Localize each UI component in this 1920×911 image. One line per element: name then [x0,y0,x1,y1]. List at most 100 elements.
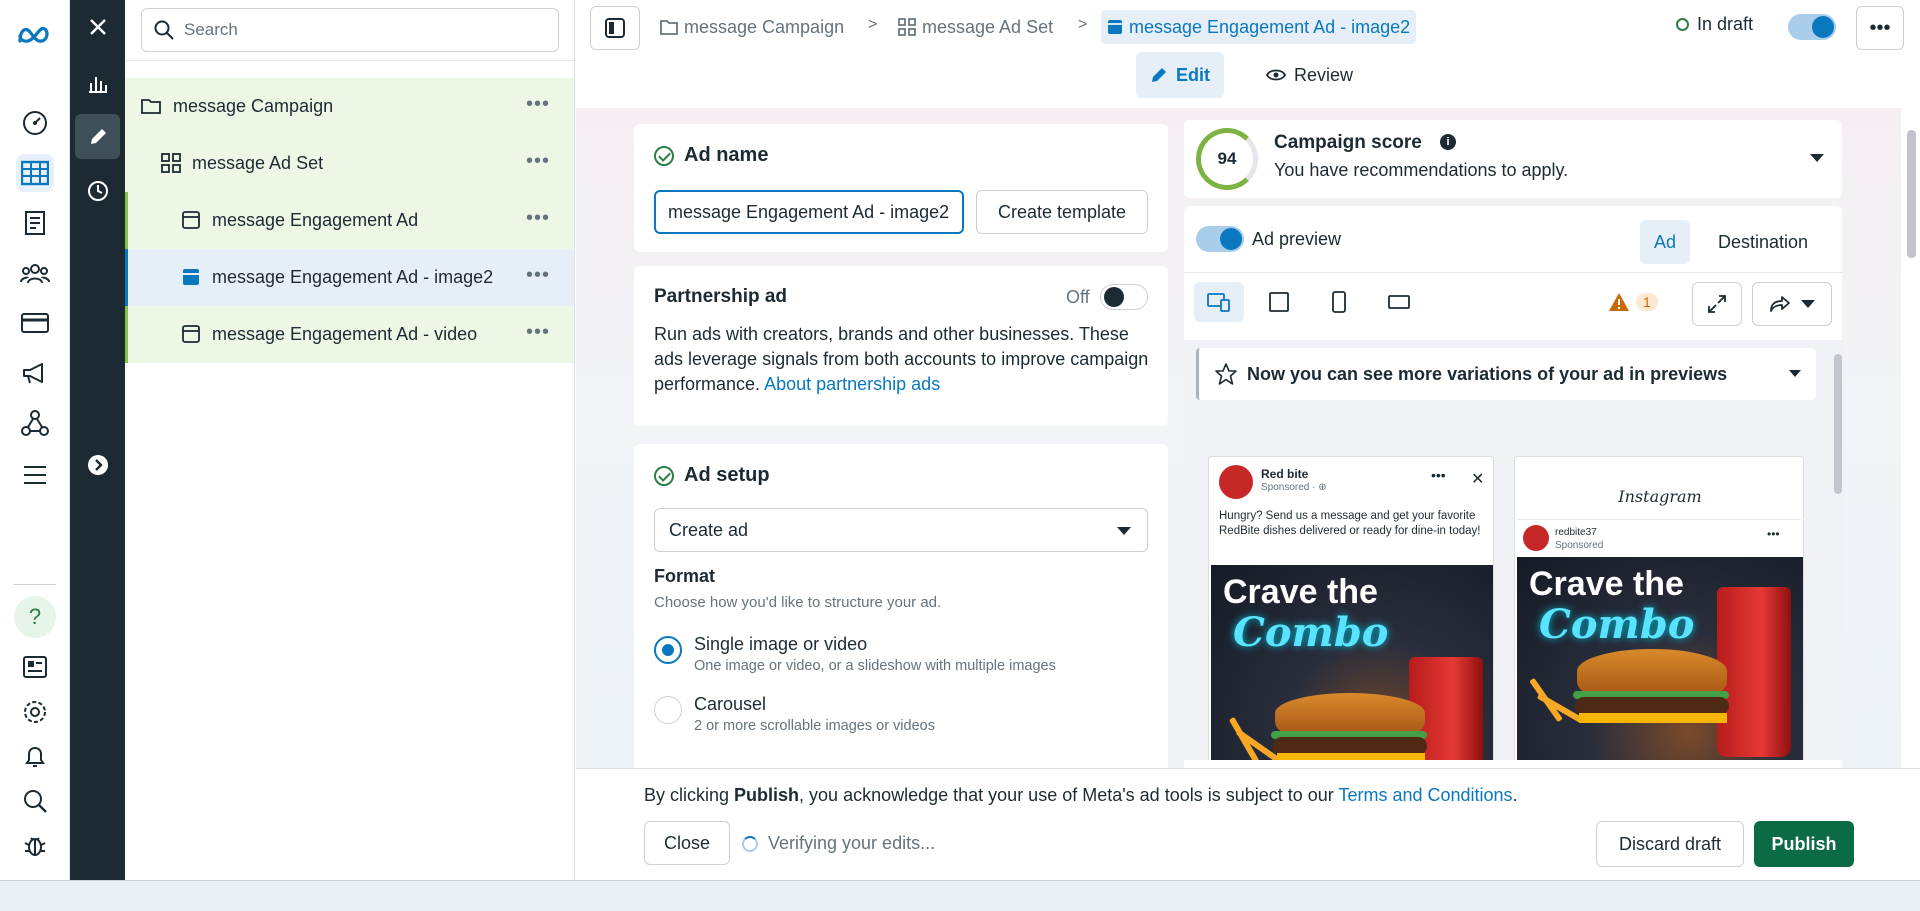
more-options-icon[interactable]: ••• [526,150,550,173]
page-icon[interactable] [16,648,54,686]
close-icon[interactable] [75,4,120,49]
tab-edit[interactable]: Edit [1136,52,1224,98]
chart-icon[interactable] [75,60,120,105]
terms-link[interactable]: Terms and Conditions [1338,785,1512,805]
tab-review[interactable]: Review [1252,52,1367,98]
network-icon[interactable] [16,404,54,442]
ad-name-input[interactable] [668,201,962,223]
ad-preview-card: Ad preview Ad Destination 1 Now you can … [1184,206,1844,768]
pencil-icon[interactable] [75,114,120,159]
search-icon[interactable] [16,782,54,820]
rail-divider [14,584,56,585]
tree-item-indicator [125,249,128,306]
all-placements-icon[interactable] [1194,282,1244,322]
meta-logo[interactable] [16,16,54,54]
close-button[interactable]: Close [644,821,730,865]
catalog-icon[interactable] [16,204,54,242]
expand-arrow-icon[interactable] [75,442,120,487]
ad-preview-toggle[interactable] [1196,226,1244,252]
tree-item-ad[interactable]: message Engagement Ad ••• [125,192,574,249]
help-icon[interactable]: ? [14,596,56,638]
share-preview-button[interactable] [1752,282,1832,326]
discard-draft-button[interactable]: Discard draft [1596,821,1744,867]
warnings-indicator[interactable]: 1 [1608,292,1658,312]
tree-item-ad-selected[interactable]: message Engagement Ad - image2 ••• [125,249,574,306]
radio-single-image[interactable] [654,636,682,664]
expand-preview-button[interactable] [1692,282,1742,326]
breadcrumb-ad[interactable]: message Engagement Ad - image2 [1101,10,1417,44]
gear-icon[interactable] [16,693,54,731]
terms-notice: By clicking Publish, you acknowledge tha… [644,785,1518,806]
share-icon [1770,296,1790,312]
adset-grid-icon [161,153,181,173]
creative-headline: Crave the [1223,573,1378,611]
more-options-icon: ••• [1431,467,1446,483]
breadcrumb-separator: > [868,16,878,33]
vertical-format-icon[interactable] [1314,282,1364,322]
breadcrumb-label: message Engagement Ad - image2 [1129,16,1411,37]
partnership-toggle[interactable] [1100,284,1148,310]
page-name: Red bite [1261,467,1309,481]
page-scrollbar-thumb[interactable] [1907,130,1916,258]
pencil-icon [1150,66,1168,84]
page-scrollbar-track[interactable] [1903,108,1920,768]
more-options-icon[interactable]: ••• [526,264,550,287]
more-options-button[interactable]: ••• [1856,6,1904,50]
button-label: Discard draft [1618,833,1722,854]
campaign-megaphone-icon[interactable] [16,354,54,392]
ad-setup-heading: Ad setup [684,464,770,486]
burger-bun [1275,693,1425,733]
verifying-status: Verifying your edits... [742,833,935,854]
format-description: Choose how you'd like to structure your … [654,594,942,611]
tab-destination[interactable]: Destination [1704,220,1822,264]
landscape-format-icon[interactable] [1374,282,1424,322]
ad-preview-label: Ad preview [1252,229,1342,249]
tree-item-label: message Ad Set [192,153,324,173]
radio-carousel[interactable] [654,696,682,724]
dashboard-icon[interactable] [16,104,54,142]
history-icon[interactable] [75,168,120,213]
avatar [1219,465,1253,499]
audience-icon[interactable] [16,254,54,292]
create-ad-select[interactable]: Create ad [654,508,1148,552]
info-icon[interactable]: i [1440,134,1456,150]
publish-button[interactable]: Publish [1754,821,1854,867]
breadcrumb-adset[interactable]: message Ad Set [898,10,1053,44]
campaign-score-card[interactable]: 94 Campaign score i You have recommendat… [1184,120,1842,198]
breadcrumb-label: message Campaign [684,16,845,37]
bell-icon[interactable] [16,738,54,776]
ad-name-field[interactable] [654,190,964,234]
search-box[interactable] [141,8,559,52]
tree-item-label: message Engagement Ad - video [212,324,478,344]
tree-item-ad[interactable]: message Engagement Ad - video ••• [125,306,574,363]
tree-item-label: message Campaign [173,96,334,116]
tree-divider [125,60,574,61]
create-template-button[interactable]: Create template [976,190,1148,234]
more-options-icon[interactable]: ••• [526,321,550,344]
publish-footer: By clicking Publish, you acknowledge tha… [576,768,1920,880]
facebook-feed-preview: Red bite Sponsored · ⊕ ••• ✕ Hungry? Sen… [1208,456,1494,760]
drink-cup [1717,587,1791,757]
preview-scrollbar[interactable] [1834,354,1842,494]
more-options-icon[interactable]: ••• [526,207,550,230]
option-description: 2 or more scrollable images or videos [694,718,935,734]
more-options-icon: ••• [1767,527,1780,541]
square-format-icon[interactable] [1254,282,1304,322]
tree-item-campaign[interactable]: message Campaign ••• [125,78,574,135]
about-partnership-link[interactable]: About partnership ads [764,374,940,394]
search-input[interactable] [184,20,544,40]
billing-icon[interactable] [16,304,54,342]
editor-header: message Campaign > message Ad Set > mess… [576,0,1920,108]
variations-notice[interactable]: Now you can see more variations of your … [1196,348,1816,400]
more-options-icon[interactable]: ••• [526,93,550,116]
bug-icon[interactable] [16,826,54,864]
chevron-down-icon[interactable] [1810,154,1824,162]
menu-icon[interactable] [16,456,54,494]
table-icon[interactable] [16,154,54,192]
draft-toggle[interactable] [1788,14,1836,40]
breadcrumb-campaign[interactable]: message Campaign [660,10,844,44]
panel-toggle-button[interactable] [590,6,640,50]
tree-item-adset[interactable]: message Ad Set ••• [125,135,574,192]
tab-ad[interactable]: Ad [1640,220,1691,264]
breadcrumb-label: message Ad Set [922,16,1054,37]
